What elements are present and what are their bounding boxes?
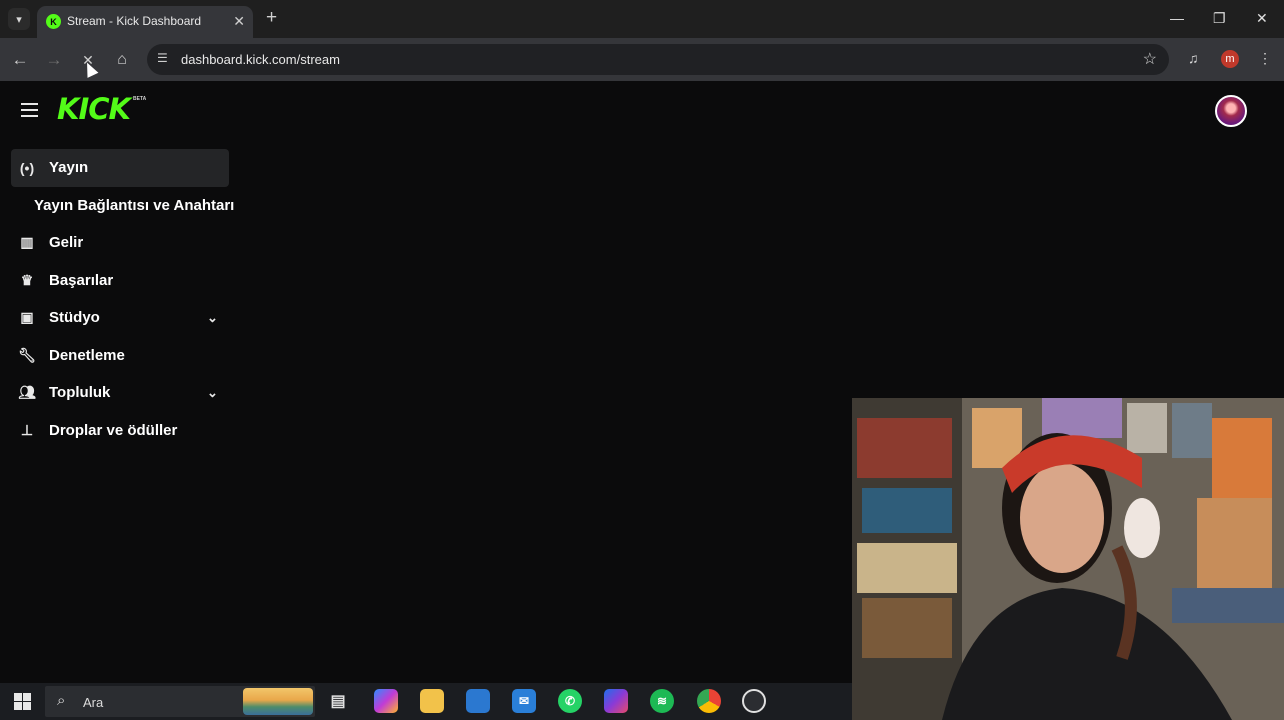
sidebar-item-label: Yayın Bağlantısı ve Anahtarı	[34, 196, 235, 214]
sidebar-item-studyo[interactable]: ▣ Stüdyo ⌄	[11, 299, 241, 337]
file-explorer-icon[interactable]	[420, 689, 444, 713]
sidebar-item-stream-key[interactable]: Yayın Bağlantısı ve Anahtarı	[11, 187, 241, 225]
search-placeholder: Ara	[83, 695, 104, 710]
address-bar[interactable]: ☰ dashboard.kick.com/stream ☆	[147, 44, 1169, 75]
windows-taskbar: ⌕ Ara ▤ ✉ ✆ ≋	[0, 683, 852, 720]
sidebar-item-label: Droplar ve ödüller	[49, 421, 178, 439]
search-icon: ⌕	[57, 692, 66, 709]
new-tab-icon[interactable]: +	[266, 8, 277, 28]
kick-logo[interactable]: KICK	[57, 93, 131, 125]
chevron-down-icon[interactable]: ⌄	[207, 385, 218, 401]
wrench-icon: 🔧︎	[18, 346, 36, 363]
restore-icon[interactable]: ❐	[1213, 10, 1226, 27]
sidebar-item-yayin[interactable]: (•) Yayın	[11, 149, 229, 187]
browser-toolbar: ← → ✕ ⌂ ☰ dashboard.kick.com/stream ☆ ♫ …	[0, 38, 1284, 81]
beta-badge: BETA	[133, 96, 147, 102]
copilot-icon[interactable]	[374, 689, 398, 713]
sidebar-nav: (•) Yayın Yayın Bağlantısı ve Anahtarı ▥…	[11, 149, 241, 449]
tab-search-icon[interactable]: ▾	[8, 8, 30, 30]
media-controls-icon[interactable]: ♫	[1188, 50, 1199, 66]
bookmark-star-icon[interactable]: ☆	[1143, 49, 1157, 69]
kick-favicon-icon: K	[46, 14, 61, 29]
sidebar-item-label: Stüdyo	[49, 309, 100, 327]
forward-icon[interactable]: →	[43, 49, 65, 71]
tab-close-icon[interactable]: ✕	[233, 13, 245, 30]
spotify-icon[interactable]: ≋	[650, 689, 674, 713]
site-settings-icon[interactable]: ☰	[157, 51, 168, 65]
obs-icon[interactable]	[742, 689, 766, 713]
back-icon[interactable]: ←	[9, 49, 31, 71]
chevron-down-icon[interactable]: ⌄	[207, 310, 218, 326]
webcam-overlay	[852, 398, 1284, 720]
home-icon[interactable]: ⌂	[111, 49, 133, 71]
close-window-icon[interactable]: ✕	[1256, 10, 1268, 27]
whatsapp-icon[interactable]: ✆	[558, 689, 582, 713]
chart-icon: ▥	[20, 234, 34, 251]
task-view-icon[interactable]: ▤	[326, 689, 350, 713]
microsoft-store-icon[interactable]	[466, 689, 490, 713]
browser-tabstrip: ▾ K Stream - Kick Dashboard ✕ + — ❐ ✕	[0, 0, 1284, 38]
sidebar-item-label: Denetleme	[49, 346, 125, 364]
sidebar-item-basarilar[interactable]: ♛ Başarılar	[11, 262, 241, 300]
trophy-icon: ♛	[20, 271, 34, 288]
broadcast-icon: (•)	[19, 159, 35, 176]
menu-dots-icon[interactable]: ⋮	[1258, 50, 1272, 67]
browser-tab[interactable]: K Stream - Kick Dashboard ✕	[37, 6, 253, 38]
mail-icon[interactable]: ✉	[512, 689, 536, 713]
taskbar-search-box[interactable]: ⌕ Ara	[45, 686, 315, 717]
sidebar-item-droplar[interactable]: ⊥ Droplar ve ödüller	[11, 412, 241, 450]
sidebar-item-label: Topluluk	[49, 384, 111, 402]
film-icon: ▣	[20, 309, 34, 326]
chrome-icon[interactable]	[697, 689, 721, 713]
m365-icon[interactable]	[604, 689, 628, 713]
tab-title: Stream - Kick Dashboard	[67, 14, 202, 28]
screen: ▾ K Stream - Kick Dashboard ✕ + — ❐ ✕ ← …	[0, 0, 1284, 720]
search-highlight-image	[243, 688, 313, 715]
sidebar-item-label: Başarılar	[49, 271, 114, 289]
sidebar-item-gelir[interactable]: ▥ Gelir	[11, 224, 241, 262]
windows-start-icon[interactable]	[14, 693, 31, 710]
sidebar-item-denetleme[interactable]: 🔧︎ Denetleme	[11, 337, 241, 375]
user-avatar[interactable]	[1215, 95, 1247, 127]
sidebar-item-label: Gelir	[49, 234, 84, 252]
hamburger-menu-icon[interactable]	[21, 103, 38, 121]
sidebar-item-topluluk[interactable]: 👥︎ Topluluk ⌄	[11, 374, 241, 412]
browser-profile-avatar[interactable]: m	[1221, 50, 1239, 68]
webcam-image	[852, 398, 1284, 720]
gift-icon: ⊥	[20, 421, 34, 438]
users-icon: 👥︎	[18, 384, 36, 401]
url-text[interactable]: dashboard.kick.com/stream	[181, 52, 340, 67]
minimize-icon[interactable]: —	[1170, 10, 1184, 26]
sidebar-item-label: Yayın	[49, 159, 89, 177]
